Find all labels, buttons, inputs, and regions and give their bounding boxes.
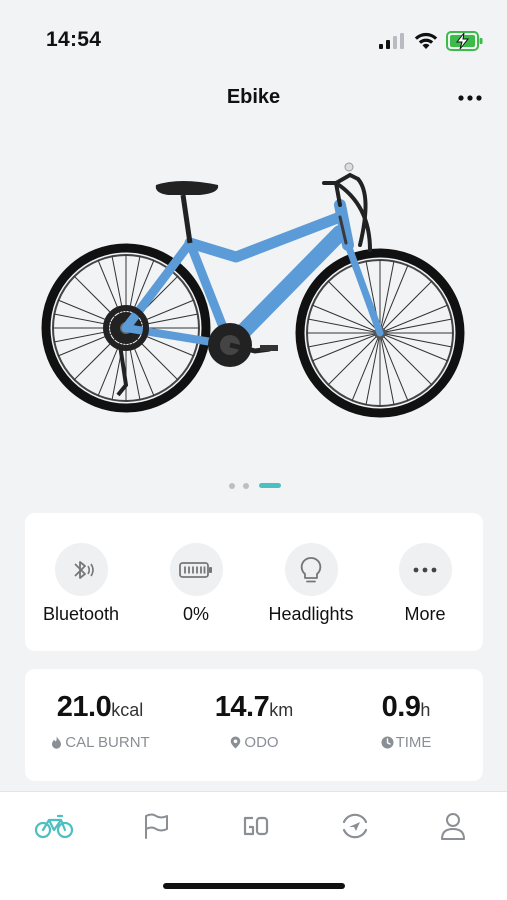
stat-caption: TIME [395, 734, 432, 751]
location-pin-icon [231, 736, 241, 749]
pager-dot[interactable] [243, 483, 249, 489]
flag-icon [145, 813, 168, 839]
bike-seat [155, 181, 219, 244]
bluetooth-button[interactable]: Bluetooth [26, 543, 136, 633]
tab-navigate[interactable] [325, 806, 385, 846]
bluetooth-label: Bluetooth [42, 604, 120, 624]
flame-icon [52, 736, 62, 749]
home-indicator[interactable] [163, 883, 345, 889]
headlights-label: Headlights [268, 604, 354, 624]
controls-card: Bluetooth 0% Headlights More [25, 513, 483, 651]
stat-unit: h [420, 700, 431, 720]
bike-image [41, 162, 465, 418]
tab-profile[interactable] [423, 806, 483, 846]
person-icon [441, 813, 465, 840]
bike-frame [121, 199, 384, 353]
stat-calories: 21.0kcal CAL BURNT [25, 691, 175, 751]
go-icon [243, 816, 269, 836]
tab-bike[interactable] [24, 806, 84, 846]
compass-icon [342, 813, 368, 839]
stats-card: 21.0kcal CAL BURNT 14.7km ODO 0.9h TIME [25, 669, 483, 781]
tab-go[interactable] [226, 806, 286, 846]
stat-value: 0.9 [381, 691, 421, 723]
stat-value: 21.0 [56, 691, 112, 723]
page-title: Ebike [226, 86, 281, 108]
more-options-icon[interactable] [455, 88, 485, 108]
wifi-icon [414, 32, 438, 49]
status-time: 14:54 [46, 28, 102, 51]
pager-dot[interactable] [229, 483, 235, 489]
cellular-signal-icon [379, 33, 404, 49]
battery-icon [179, 561, 212, 578]
stat-odometer: 14.7km ODO [179, 691, 329, 751]
headlights-button[interactable]: Headlights [256, 543, 366, 633]
stat-unit: kcal [111, 700, 144, 720]
carousel-pager [0, 481, 507, 491]
stat-value: 14.7 [214, 691, 270, 723]
bluetooth-icon [74, 560, 94, 579]
stat-unit: km [269, 700, 294, 720]
stat-caption: ODO [244, 734, 279, 751]
more-icon [413, 567, 437, 572]
more-label: More [404, 604, 446, 624]
battery-button[interactable]: 0% [141, 543, 251, 633]
battery-charging-icon [446, 31, 483, 51]
tab-flag[interactable] [126, 806, 186, 846]
bulb-icon [300, 556, 322, 582]
pager-dot-active[interactable] [259, 483, 281, 488]
stat-time: 0.9h TIME [331, 691, 481, 751]
clock-icon [381, 736, 394, 749]
more-button[interactable]: More [370, 543, 480, 633]
stat-caption: CAL BURNT [65, 734, 150, 751]
bike-image-carousel[interactable] [0, 130, 507, 500]
status-bar: 14:54 [0, 0, 507, 80]
battery-label: 0% [182, 604, 209, 624]
nav-header: Ebike [0, 80, 507, 130]
bike-icon [34, 814, 74, 839]
